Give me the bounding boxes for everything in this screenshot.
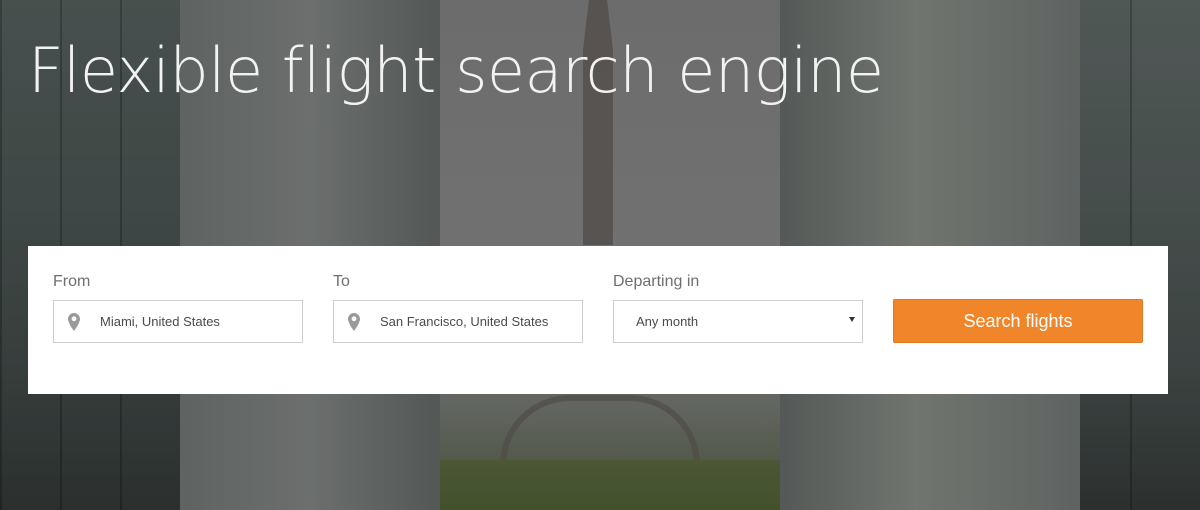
from-input[interactable]	[98, 313, 292, 330]
departing-field: Departing in Any month	[613, 272, 863, 343]
hero-headline: Flexible flight search engine	[28, 34, 884, 107]
caret-down-icon	[849, 317, 855, 322]
from-input-box[interactable]	[53, 300, 303, 343]
flight-search-form: From To Depart	[28, 246, 1168, 394]
departing-label: Departing in	[613, 273, 700, 290]
departing-select[interactable]: Any month	[613, 300, 863, 343]
to-input[interactable]	[378, 313, 572, 330]
map-pin-icon	[334, 312, 378, 331]
to-label: To	[333, 273, 350, 290]
map-pin-icon	[54, 312, 98, 331]
to-input-box[interactable]	[333, 300, 583, 343]
from-field: From	[53, 272, 303, 343]
to-field: To	[333, 272, 583, 343]
departing-selected-value: Any month	[636, 314, 699, 329]
search-flights-button[interactable]: Search flights	[893, 299, 1143, 343]
hero-section: Flexible flight search engine From To	[0, 0, 1200, 510]
from-label: From	[53, 273, 91, 290]
